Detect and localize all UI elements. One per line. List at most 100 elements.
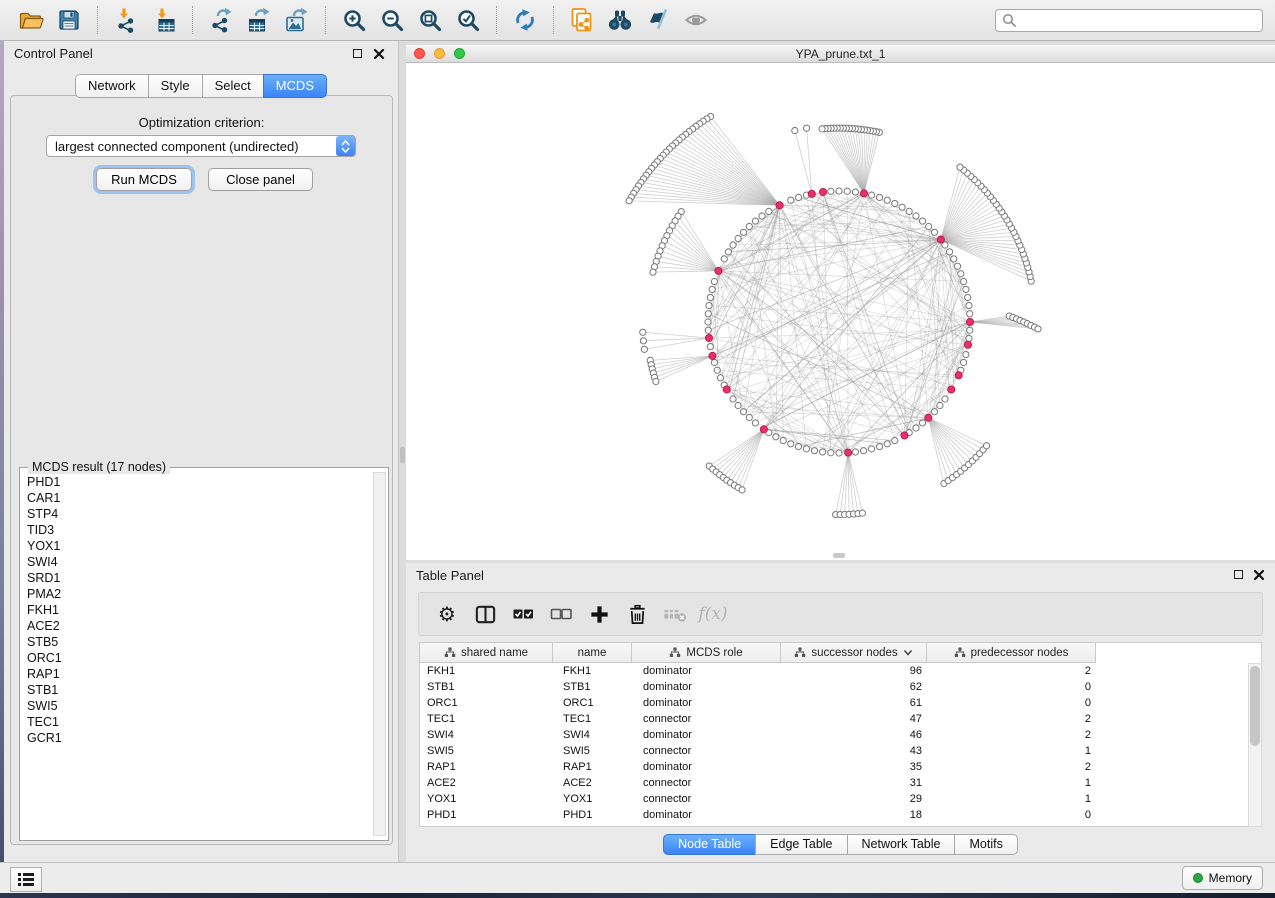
mcds-result-item[interactable]: SWI5 <box>21 698 372 714</box>
mcds-result-item[interactable]: CAR1 <box>21 490 372 506</box>
cell-shared_name[interactable]: ORC1 <box>419 695 553 711</box>
close-panel-icon[interactable] <box>373 48 385 60</box>
open-folder-icon[interactable] <box>15 4 47 36</box>
cell-predecessor_nodes[interactable]: 2 <box>930 727 1100 743</box>
cell-successor_nodes[interactable]: 43 <box>783 743 930 759</box>
cell-name[interactable]: ORC1 <box>553 695 633 711</box>
cell-successor_nodes[interactable]: 61 <box>783 695 930 711</box>
network-canvas[interactable] <box>406 63 1275 560</box>
mcds-result-item[interactable]: SWI4 <box>21 554 372 570</box>
gear-icon[interactable]: ⚙ <box>433 600 461 628</box>
search-input[interactable] <box>1017 10 1262 30</box>
memory-button[interactable]: Memory <box>1182 866 1263 890</box>
zoom-fit-icon[interactable] <box>414 4 446 36</box>
run-mcds-button[interactable]: Run MCDS <box>96 168 192 191</box>
cell-mcds_role[interactable]: dominator <box>633 807 783 823</box>
network-window-titlebar[interactable]: YPA_prune.txt_1 <box>406 45 1275 63</box>
delete-icon[interactable] <box>623 600 651 628</box>
cell-mcds_role[interactable]: dominator <box>633 695 783 711</box>
cell-predecessor_nodes[interactable]: 0 <box>930 679 1100 695</box>
select-all-icon[interactable] <box>509 600 537 628</box>
table-tab-edge-table[interactable]: Edge Table <box>755 834 847 855</box>
close-panel-icon[interactable] <box>1253 569 1265 581</box>
cell-mcds_role[interactable]: connector <box>633 775 783 791</box>
divider-scrollbar-thumb[interactable] <box>400 447 405 463</box>
import-table-icon[interactable] <box>148 4 180 36</box>
cell-predecessor_nodes[interactable]: 2 <box>930 663 1100 679</box>
tab-mcds[interactable]: MCDS <box>263 74 327 98</box>
float-panel-icon[interactable] <box>353 49 362 58</box>
mcds-result-item[interactable]: ORC1 <box>21 650 372 666</box>
cell-shared_name[interactable]: PHD1 <box>419 807 553 823</box>
zoom-in-icon[interactable] <box>338 4 370 36</box>
table-row[interactable]: SWI4SWI4dominator462 <box>419 727 1247 743</box>
cell-mcds_role[interactable]: dominator <box>633 759 783 775</box>
mcds-result-list[interactable]: PHD1CAR1STP4TID3YOX1SWI4SRD1PMA2FKH1ACE2… <box>21 474 372 838</box>
mcds-result-item[interactable]: YOX1 <box>21 538 372 554</box>
table-tab-motifs[interactable]: Motifs <box>954 834 1017 855</box>
cell-name[interactable]: FKH1 <box>553 663 633 679</box>
table-row[interactable]: ORC1ORC1dominator610 <box>419 695 1247 711</box>
cell-shared_name[interactable]: RAP1 <box>419 759 553 775</box>
cell-predecessor_nodes[interactable]: 1 <box>930 743 1100 759</box>
cell-shared_name[interactable]: STB1 <box>419 679 553 695</box>
search-field[interactable] <box>995 9 1263 32</box>
cell-shared_name[interactable]: ACE2 <box>419 775 553 791</box>
cell-shared_name[interactable]: YOX1 <box>419 791 553 807</box>
cell-predecessor_nodes[interactable]: 0 <box>930 695 1100 711</box>
mcds-result-item[interactable]: PMA2 <box>21 586 372 602</box>
cell-successor_nodes[interactable]: 31 <box>783 775 930 791</box>
cell-name[interactable]: RAP1 <box>553 759 633 775</box>
deselect-all-icon[interactable] <box>547 600 575 628</box>
cell-name[interactable]: TEC1 <box>553 711 633 727</box>
export-table-icon[interactable] <box>243 4 275 36</box>
cell-name[interactable]: STB1 <box>553 679 633 695</box>
mcds-list-scrollbar[interactable] <box>373 472 386 836</box>
zoom-out-icon[interactable] <box>376 4 408 36</box>
table-row[interactable]: PHD1PHD1dominator180 <box>419 807 1247 823</box>
mcds-result-item[interactable]: SRD1 <box>21 570 372 586</box>
mcds-result-item[interactable]: FKH1 <box>21 602 372 618</box>
mcds-result-item[interactable]: RAP1 <box>21 666 372 682</box>
cell-mcds_role[interactable]: dominator <box>633 663 783 679</box>
cell-name[interactable]: PHD1 <box>553 807 633 823</box>
cell-name[interactable]: SWI5 <box>553 743 633 759</box>
mcds-result-item[interactable]: STP4 <box>21 506 372 522</box>
column-header-shared-name[interactable]: shared name <box>419 642 553 663</box>
mcds-result-item[interactable]: TEC1 <box>21 714 372 730</box>
optimization-criterion-select[interactable]: largest connected component (undirected) <box>46 135 356 157</box>
mcds-result-item[interactable]: PHD1 <box>21 474 372 490</box>
cell-shared_name[interactable]: FKH1 <box>419 663 553 679</box>
cell-successor_nodes[interactable]: 18 <box>783 807 930 823</box>
cell-successor_nodes[interactable]: 29 <box>783 791 930 807</box>
cell-successor_nodes[interactable]: 35 <box>783 759 930 775</box>
cell-name[interactable]: YOX1 <box>553 791 633 807</box>
column-header-MCDS-role[interactable]: MCDS role <box>631 642 781 663</box>
mcds-result-item[interactable]: ACE2 <box>21 618 372 634</box>
mcds-result-item[interactable]: STB1 <box>21 682 372 698</box>
table-row[interactable]: STB1STB1dominator620 <box>419 679 1247 695</box>
cell-predecessor_nodes[interactable]: 0 <box>930 807 1100 823</box>
table-row[interactable]: TEC1TEC1connector472 <box>419 711 1247 727</box>
clone-network-document-icon[interactable] <box>566 4 598 36</box>
tab-style[interactable]: Style <box>148 74 203 98</box>
import-network-icon[interactable] <box>110 4 142 36</box>
column-header-name[interactable]: name <box>552 642 632 663</box>
cell-mcds_role[interactable]: dominator <box>633 727 783 743</box>
export-image-icon[interactable] <box>281 4 313 36</box>
table-tab-node-table[interactable]: Node Table <box>663 834 756 855</box>
table-scrollbar[interactable] <box>1248 663 1262 827</box>
network-hscroll-thumb[interactable] <box>833 553 845 558</box>
cell-shared_name[interactable]: TEC1 <box>419 711 553 727</box>
table-row[interactable]: FKH1FKH1dominator962 <box>419 663 1247 679</box>
cell-shared_name[interactable]: SWI4 <box>419 727 553 743</box>
column-header-successor-nodes[interactable]: successor nodes <box>780 642 927 663</box>
cell-successor_nodes[interactable]: 47 <box>783 711 930 727</box>
table-row[interactable]: ACE2ACE2connector311 <box>419 775 1247 791</box>
cell-successor_nodes[interactable]: 96 <box>783 663 930 679</box>
cell-name[interactable]: SWI4 <box>553 727 633 743</box>
mcds-result-item[interactable]: TID3 <box>21 522 372 538</box>
cell-predecessor_nodes[interactable]: 2 <box>930 711 1100 727</box>
table-row[interactable]: RAP1RAP1dominator352 <box>419 759 1247 775</box>
zoom-selected-icon[interactable] <box>452 4 484 36</box>
